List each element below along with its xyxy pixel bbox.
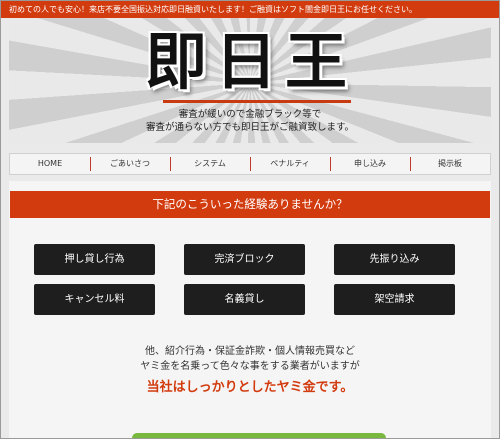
page-frame: 初めての人でも安心！来店不要全国振込対応即日融資いたします！ご融資はソフト闇金即… bbox=[0, 0, 500, 439]
announcement-text: 初めての人でも安心！来店不要全国振込対応即日融資いたします！ご融資はソフト闇金即… bbox=[9, 5, 417, 14]
experience-button-saki-furikomi[interactable]: 先振り込み bbox=[334, 244, 455, 275]
experience-button-kansai-block[interactable]: 完済ブロック bbox=[184, 244, 305, 275]
cta-button-partial[interactable] bbox=[132, 433, 386, 438]
experience-button-cancel-fee[interactable]: キャンセル料 bbox=[34, 284, 155, 315]
experience-button-oshigashi[interactable]: 押し貸し行為 bbox=[34, 244, 155, 275]
main-navigation: HOME ごあいさつ システム ペナルティ 申し込み 掲示板 bbox=[9, 153, 491, 175]
nav-item-system[interactable]: システム bbox=[170, 154, 250, 174]
emphasis-text: 当社はしっかりとしたヤミ金です。 bbox=[146, 380, 354, 395]
hero-subtitle-line-1: 審査が緩いので金融ブラック等で bbox=[178, 109, 322, 120]
hero-subtitle-line-2: 審査が通らない方でも即日王がご融資致します。 bbox=[145, 122, 355, 133]
experience-button-meigi-gashi[interactable]: 名義貸し bbox=[184, 284, 305, 315]
nav-item-home[interactable]: HOME bbox=[10, 154, 90, 174]
hero-header: 即日王 審査が緩いので金融ブラック等で 審査が通らない方でも即日王がご融資致しま… bbox=[9, 18, 491, 143]
nav-item-apply[interactable]: 申し込み bbox=[330, 154, 410, 174]
section-banner: 下記のこういった経験ありませんか？ bbox=[10, 191, 490, 218]
description-text: 他、紹介行為・保証金詐欺・個人情報売買など ヤミ金を名乗って色々な事をする業者が… bbox=[9, 344, 491, 374]
description-line-1: 他、紹介行為・保証金詐欺・個人情報売買など bbox=[145, 346, 355, 357]
top-announcement-bar: 初めての人でも安心！来店不要全国振込対応即日融資いたします！ご融資はソフト闇金即… bbox=[1, 1, 499, 18]
title-underline bbox=[163, 100, 351, 103]
description-line-2: ヤミ金を名乗って色々な事をする業者がいますが bbox=[140, 361, 360, 372]
main-content: 下記のこういった経験ありませんか？ 押し貸し行為 完済ブロック 先振り込み キャ… bbox=[9, 181, 491, 438]
nav-item-greeting[interactable]: ごあいさつ bbox=[90, 154, 170, 174]
nav-item-penalty[interactable]: ペナルティ bbox=[250, 154, 330, 174]
nav-item-board[interactable]: 掲示板 bbox=[410, 154, 490, 174]
experience-button-kakuu-seikyu[interactable]: 架空請求 bbox=[334, 284, 455, 315]
site-logo-title[interactable]: 即日王 bbox=[9, 24, 491, 100]
hero-subtitle: 審査が緩いので金融ブラック等で 審査が通らない方でも即日王がご融資致します。 bbox=[9, 108, 491, 134]
